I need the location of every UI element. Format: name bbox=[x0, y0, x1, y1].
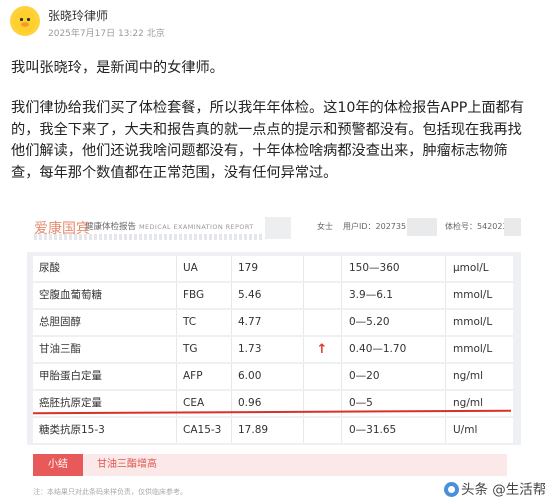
test-flag bbox=[311, 364, 333, 389]
author-avatar[interactable] bbox=[10, 6, 40, 36]
test-code: CA15-3 bbox=[183, 424, 222, 436]
test-value: 179 bbox=[238, 262, 259, 274]
report-title-cn: 健康体检报告 bbox=[85, 222, 137, 232]
test-flag bbox=[311, 256, 333, 281]
test-unit: U/ml bbox=[453, 424, 478, 436]
report-footnote: 注：本结果只对此条码来样负责，仅供临床参考。 bbox=[33, 488, 187, 496]
test-range: 3.9—6.1 bbox=[349, 289, 393, 301]
test-code: FBG bbox=[183, 289, 205, 301]
test-range: 0—5.20 bbox=[349, 316, 390, 328]
post-meta: 2025年7月17日 13:22 北京 bbox=[48, 26, 165, 39]
post-paragraph-1: 我叫张晓玲，是新闻中的女律师。 bbox=[11, 60, 224, 76]
post-date: 2025年7月17日 13:22 bbox=[48, 29, 144, 39]
test-range: 0.40—1.70 bbox=[349, 343, 407, 355]
summary-label: 小结 bbox=[33, 454, 83, 476]
watermark-text: 头条 @生活帮 bbox=[461, 482, 545, 498]
high-arrow-icon: ↑ bbox=[316, 342, 328, 357]
test-code: TC bbox=[183, 316, 197, 328]
test-value: 1.73 bbox=[238, 343, 262, 355]
test-name: 空腹血葡萄糖 bbox=[39, 289, 102, 301]
test-unit: mmol/L bbox=[453, 316, 493, 328]
test-code: UA bbox=[183, 262, 198, 274]
test-flag bbox=[311, 418, 333, 443]
medical-report-image: 爱康国宾 健康体检报告 MEDICAL EXAMINATION REPORT 女士… bbox=[27, 214, 521, 500]
test-code: TG bbox=[183, 343, 198, 355]
table-row: 尿酸 UA 179 150—360 μmol/L bbox=[33, 256, 513, 281]
test-value: 4.77 bbox=[238, 316, 262, 328]
test-name: 糖类抗原15-3 bbox=[39, 424, 105, 436]
test-name: 总胆固醇 bbox=[39, 316, 81, 328]
report-summary: 小结 甘油三酯增高 bbox=[27, 454, 521, 476]
test-code: AFP bbox=[183, 370, 203, 382]
test-flag bbox=[311, 283, 333, 308]
table-row: 甲胎蛋白定量 AFP 6.00 0—20 ng/ml bbox=[33, 364, 513, 389]
report-title-en: MEDICAL EXAMINATION REPORT bbox=[139, 223, 254, 231]
redacted-block bbox=[265, 217, 291, 239]
duck-avatar-icon bbox=[14, 11, 36, 33]
test-unit: ng/ml bbox=[453, 370, 484, 382]
redacted-exam-id bbox=[504, 218, 521, 236]
test-value: 17.89 bbox=[238, 424, 269, 436]
table-row: 糖类抗原15-3 CA15-3 17.89 0—31.65 U/ml bbox=[33, 418, 513, 443]
test-unit: mmol/L bbox=[453, 289, 493, 301]
toutiao-logo-icon bbox=[444, 482, 459, 497]
results-table: 尿酸 UA 179 150—360 μmol/L 空腹血葡萄糖 FBG 5.46… bbox=[27, 252, 521, 445]
test-flag bbox=[311, 310, 333, 335]
test-unit: μmol/L bbox=[453, 262, 489, 274]
watermark: 头条 @生活帮 bbox=[444, 478, 545, 498]
report-subtitle-strip bbox=[34, 234, 264, 240]
test-name: 甲胎蛋白定量 bbox=[39, 370, 102, 382]
redacted-user-id bbox=[407, 218, 437, 236]
report-gender: 女士 bbox=[317, 222, 333, 231]
post-header: 张晓玲律师 2025年7月17日 13:22 北京 bbox=[0, 0, 545, 46]
table-row: 空腹血葡萄糖 FBG 5.46 3.9—6.1 mmol/L bbox=[33, 283, 513, 308]
test-unit: ng/ml bbox=[453, 397, 484, 409]
test-name: 甘油三酯 bbox=[39, 343, 81, 355]
test-value: 5.46 bbox=[238, 289, 262, 301]
summary-text: 甘油三酯增高 bbox=[83, 454, 507, 476]
post-paragraph-2: 我们律协给我们买了体检套餐，所以我年年体检。这10年的体检报告APP上面都有的，… bbox=[11, 100, 525, 181]
report-title: 健康体检报告 MEDICAL EXAMINATION REPORT bbox=[85, 220, 254, 232]
test-range: 0—31.65 bbox=[349, 424, 397, 436]
test-range: 150—360 bbox=[349, 262, 400, 274]
table-row: 甘油三酯 TG 1.73 ↑ 0.40—1.70 mmol/L bbox=[33, 337, 513, 362]
test-value: 6.00 bbox=[238, 370, 262, 382]
author-name[interactable]: 张晓玲律师 bbox=[48, 7, 108, 24]
report-user-id: 用户ID：202735 bbox=[343, 222, 407, 231]
report-header: 爱康国宾 健康体检报告 MEDICAL EXAMINATION REPORT 女士… bbox=[27, 214, 521, 244]
test-name: 尿酸 bbox=[39, 262, 60, 274]
table-row: 总胆固醇 TC 4.77 0—5.20 mmol/L bbox=[33, 310, 513, 335]
post-location: 北京 bbox=[146, 29, 165, 39]
test-unit: mmol/L bbox=[453, 343, 493, 355]
test-range: 0—20 bbox=[349, 370, 380, 382]
